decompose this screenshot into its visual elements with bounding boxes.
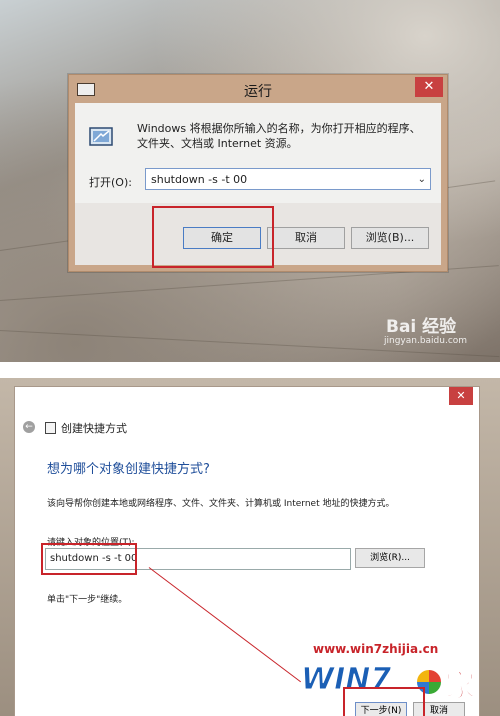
run-description: Windows 将根据你所输入的名称，为你打开相应的程序、文件夹、文档或 Int… (137, 122, 421, 150)
wizard-title: 创建快捷方式 (61, 422, 127, 435)
highlight-connector-line (148, 567, 302, 683)
cancel-button[interactable]: 取消 (267, 227, 345, 249)
browse-button[interactable]: 浏览(R)... (355, 548, 425, 568)
baidu-jingyan-url: jingyan.baidu.com (384, 336, 468, 346)
close-icon[interactable]: ✕ (415, 77, 443, 97)
close-icon[interactable]: ✕ (449, 387, 473, 405)
run-app-icon (89, 127, 113, 146)
highlight-box-ok (152, 206, 274, 268)
shortcut-icon (45, 422, 56, 434)
baidu-jingyan-logo: Bai 经验 (386, 317, 457, 337)
watermark-url: www.win7zhijia.cn (313, 642, 439, 656)
open-label: 打开(O): (89, 176, 132, 189)
back-arrow-icon[interactable]: ← (23, 421, 35, 433)
run-body: Windows 将根据你所输入的名称，为你打开相应的程序、文件夹、文档或 Int… (75, 103, 441, 203)
watermark-brand-suffix: 家 (445, 669, 476, 705)
run-titlebar[interactable]: 运行 ✕ (69, 75, 447, 103)
wallpaper-bottom: ✕ ← 创建快捷方式 想为哪个对象创建快捷方式? 该向导帮你创建本地或网络程序、… (0, 378, 500, 716)
wizard-description: 该向导帮你创建本地或网络程序、文件、文件夹、计算机或 Internet 地址的快… (47, 499, 395, 509)
wallpaper-top: 运行 ✕ Windows 将根据你所输入的名称，为你打开相应的程序、文件夹、文档… (0, 0, 500, 362)
open-input-value: shutdown -s -t 00 (151, 173, 248, 186)
wizard-hint: 单击"下一步"继续。 (47, 595, 128, 605)
run-title: 运行 (244, 84, 272, 100)
highlight-box-input (41, 543, 137, 575)
create-shortcut-wizard: ✕ ← 创建快捷方式 想为哪个对象创建快捷方式? 该向导帮你创建本地或网络程序、… (14, 386, 480, 716)
highlight-box-next (343, 687, 425, 716)
wizard-heading: 想为哪个对象创建快捷方式? (47, 462, 210, 477)
browse-button[interactable]: 浏览(B)... (351, 227, 429, 249)
chevron-down-icon[interactable]: ⌄ (418, 174, 426, 185)
open-input[interactable]: shutdown -s -t 00 ⌄ (145, 168, 431, 190)
